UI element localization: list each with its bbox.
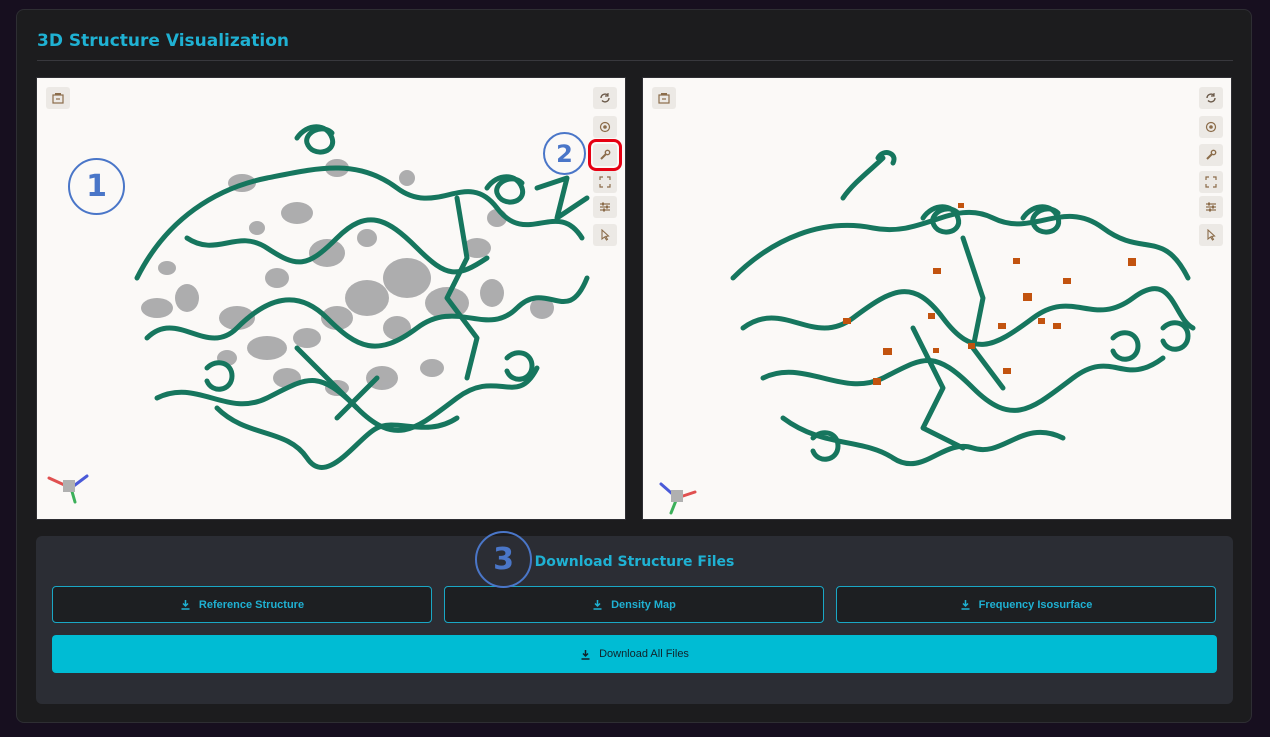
download-icon <box>181 600 190 610</box>
panel-title: 3D Structure Visualization <box>37 31 289 51</box>
fullscreen-icon[interactable] <box>1199 171 1223 193</box>
title-divider <box>37 60 1233 61</box>
download-frequency-button[interactable]: Frequency Isosurface <box>836 586 1216 623</box>
axes-gizmo-right <box>659 482 697 515</box>
center-icon[interactable] <box>1199 116 1223 138</box>
structure-panel: 3D Structure Visualization Download Stru… <box>16 9 1252 723</box>
annotation-badge-1: 1 <box>68 158 125 215</box>
download-density-label: Density Map <box>611 598 676 611</box>
download-density-button[interactable]: Density Map <box>444 586 824 623</box>
annotation-badge-2: 2 <box>543 132 586 175</box>
wrench-icon[interactable] <box>588 139 622 171</box>
settings-sliders-icon[interactable] <box>1199 196 1223 218</box>
settings-sliders-icon[interactable] <box>593 196 617 218</box>
axes-gizmo-left <box>47 474 89 504</box>
download-reference-label: Reference Structure <box>198 598 305 611</box>
download-frequency-label: Frequency Isosurface <box>978 598 1093 611</box>
viewer-left[interactable] <box>36 77 626 520</box>
download-icon <box>581 649 590 660</box>
protein-ribbon <box>730 150 1196 467</box>
annotation-badge-3: 3 <box>475 531 532 588</box>
camera-save-icon[interactable] <box>652 87 676 109</box>
camera-save-icon[interactable] <box>46 87 70 109</box>
fullscreen-icon[interactable] <box>593 171 617 193</box>
rotate-icon[interactable] <box>593 87 617 109</box>
density-blobs <box>141 159 554 396</box>
download-section: Download Structure Files Reference Struc… <box>36 536 1233 704</box>
pointer-icon[interactable] <box>1199 224 1223 246</box>
protein-scene-right[interactable] <box>643 78 1232 520</box>
pointer-icon[interactable] <box>593 224 617 246</box>
viewer-right[interactable] <box>642 77 1232 520</box>
download-icon <box>961 600 970 610</box>
download-all-button[interactable]: Download All Files <box>52 635 1217 673</box>
wrench-icon[interactable] <box>1199 144 1223 166</box>
center-icon[interactable] <box>593 116 617 138</box>
download-title: Download Structure Files <box>534 554 735 570</box>
protein-scene-left[interactable] <box>37 78 626 520</box>
download-reference-button[interactable]: Reference Structure <box>52 586 432 623</box>
rotate-icon[interactable] <box>1199 87 1223 109</box>
download-icon <box>593 600 602 610</box>
download-all-label: Download All Files <box>599 648 689 660</box>
